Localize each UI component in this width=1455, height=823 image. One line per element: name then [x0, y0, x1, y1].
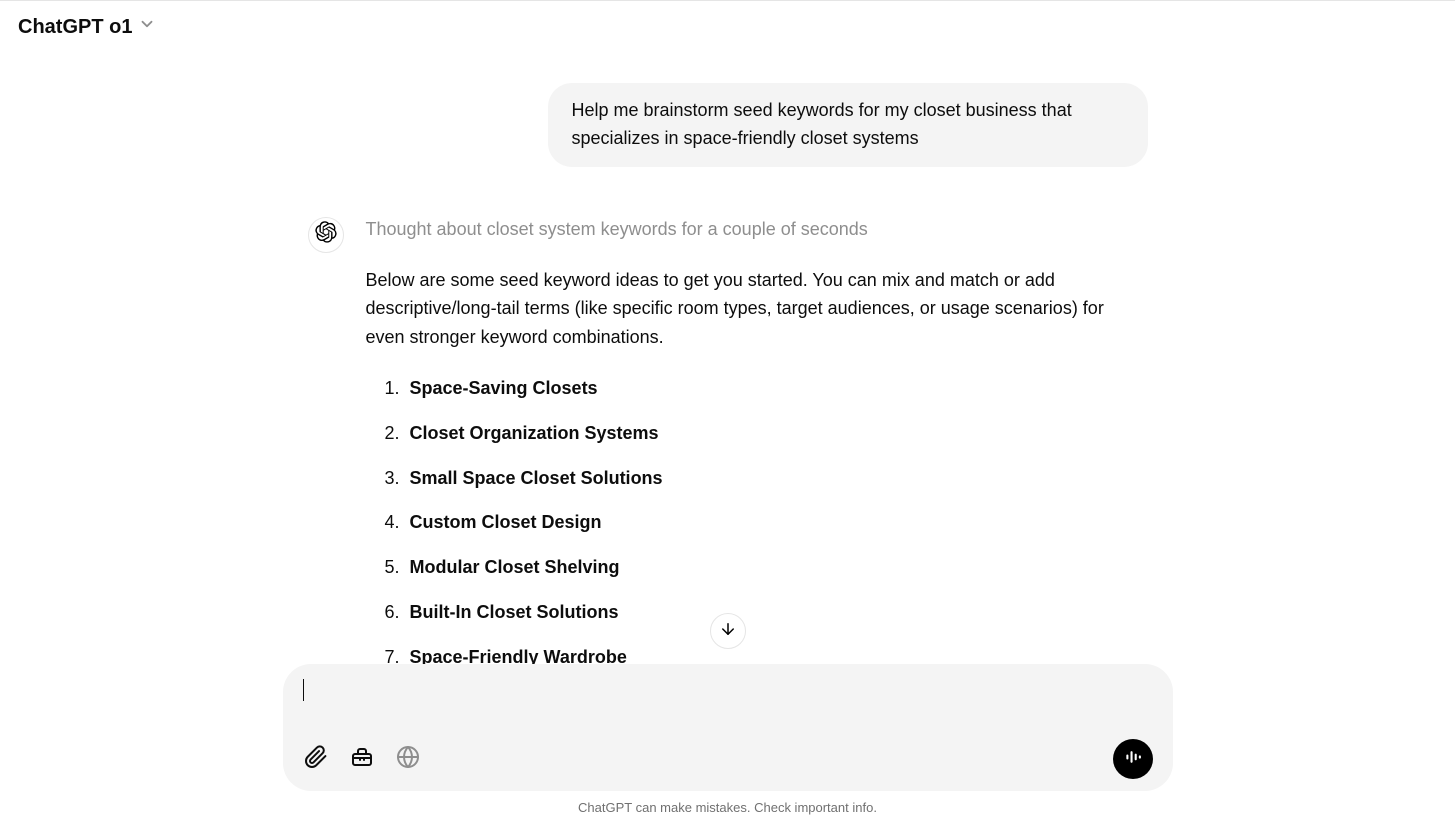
list-item: Small Space Closet Solutions [380, 464, 1148, 493]
assistant-intro-text: Below are some seed keyword ideas to get… [366, 266, 1148, 352]
user-message-row: Help me brainstorm seed keywords for my … [308, 83, 1148, 167]
keyword: Custom Closet Design [410, 508, 602, 537]
list-item: Closet Organization Systems [380, 419, 1148, 448]
openai-logo-icon [315, 221, 337, 248]
scroll-to-bottom-button[interactable] [710, 613, 746, 649]
attach-file-button[interactable] [303, 746, 329, 772]
tools-button[interactable] [349, 746, 375, 772]
keyword: Modular Closet Shelving [410, 553, 620, 582]
list-item: Built-In Closet Solutions [380, 598, 1148, 627]
composer [283, 664, 1173, 791]
text-caret [303, 679, 305, 701]
keyword-list: Space-Saving Closets Closet Organization… [366, 374, 1148, 672]
keyword: Built-In Closet Solutions [410, 598, 619, 627]
composer-input-wrap [303, 678, 1153, 723]
assistant-avatar [308, 217, 344, 253]
voice-input-button[interactable] [1113, 739, 1153, 779]
globe-icon [396, 745, 420, 774]
toolbox-icon [350, 745, 374, 774]
paperclip-icon [304, 745, 328, 774]
keyword: Space-Saving Closets [410, 374, 598, 403]
header: ChatGPT o1 [0, 1, 1455, 53]
waveform-icon [1123, 747, 1143, 772]
list-item: Modular Closet Shelving [380, 553, 1148, 582]
user-message-bubble: Help me brainstorm seed keywords for my … [548, 83, 1148, 167]
model-selector[interactable]: ChatGPT o1 [18, 15, 156, 39]
chevron-down-icon [138, 15, 156, 39]
web-button[interactable] [395, 746, 421, 772]
disclaimer-text: ChatGPT can make mistakes. Check importa… [0, 800, 1455, 815]
assistant-content: Thought about closet system keywords for… [366, 215, 1148, 688]
list-item: Space-Saving Closets [380, 374, 1148, 403]
model-name: ChatGPT o1 [18, 16, 132, 39]
user-message-text: Help me brainstorm seed keywords for my … [572, 100, 1072, 148]
message-input[interactable] [303, 678, 1153, 718]
composer-box[interactable] [283, 664, 1173, 791]
reasoning-summary: Thought about closet system keywords for… [366, 215, 1148, 244]
list-item: Custom Closet Design [380, 508, 1148, 537]
composer-toolbar [303, 739, 1153, 779]
chat-area: Help me brainstorm seed keywords for my … [288, 53, 1168, 688]
keyword: Closet Organization Systems [410, 419, 659, 448]
composer-tools-left [303, 746, 421, 772]
arrow-down-icon [719, 620, 737, 643]
keyword: Small Space Closet Solutions [410, 464, 663, 493]
